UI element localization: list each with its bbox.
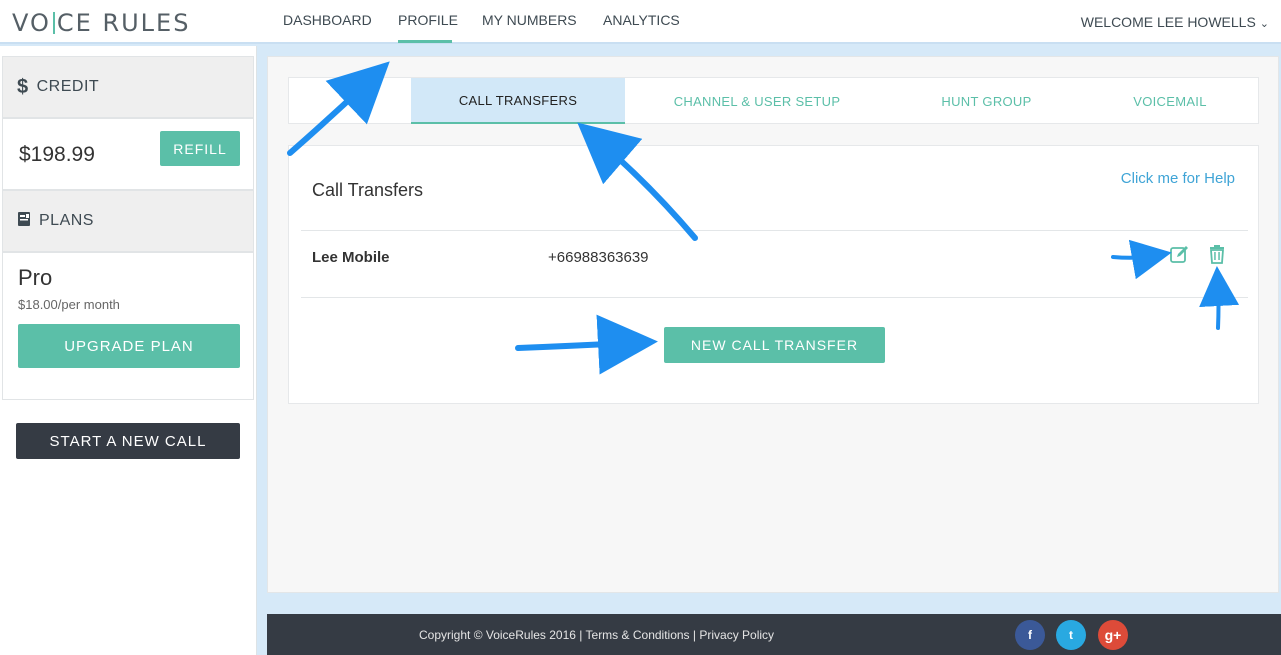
tab-hunt-group[interactable]: HUNT GROUP (899, 78, 1074, 124)
dollar-icon: $ (17, 75, 29, 98)
nav-analytics[interactable]: ANALYTICS (603, 12, 680, 28)
trash-icon[interactable] (1206, 243, 1228, 265)
credit-box: $198.99 REFILL (2, 118, 254, 190)
nav-active-indicator (398, 40, 452, 43)
start-new-call-button[interactable]: START A NEW CALL (16, 423, 240, 459)
logo-bar-glyph (52, 12, 55, 34)
credit-header: $ CREDIT (2, 56, 254, 118)
edit-icon[interactable] (1169, 243, 1191, 265)
help-link[interactable]: Click me for Help (1121, 170, 1235, 187)
tab-call-transfers[interactable]: CALL TRANSFERS (411, 78, 625, 124)
welcome-text: WELCOME LEE HOWELLS (1080, 14, 1256, 30)
nav-my-numbers[interactable]: MY NUMBERS (482, 12, 577, 28)
tab-channel-user-setup[interactable]: CHANNEL & USER SETUP (639, 78, 875, 124)
logo-text-left: VO (12, 9, 51, 37)
footer: Copyright © VoiceRules 2016 | Terms & Co… (267, 614, 1281, 655)
plans-heading: PLANS (39, 212, 94, 229)
chevron-down-icon: ⌄ (1259, 18, 1269, 30)
panel-title: Call Transfers (312, 180, 424, 200)
facebook-icon[interactable]: f (1015, 620, 1045, 650)
refill-button[interactable]: REFILL (160, 131, 240, 166)
credit-heading: CREDIT (36, 78, 100, 95)
terms-link[interactable]: Terms & Conditions (586, 628, 690, 642)
new-call-transfer-button[interactable]: NEW CALL TRANSFER (664, 327, 885, 363)
twitter-icon[interactable]: t (1056, 620, 1086, 650)
google-plus-icon[interactable]: g+ (1098, 620, 1128, 650)
call-transfers-panel: Call Transfers Click me for Help Lee Mob… (288, 145, 1259, 404)
transfer-number: +66988363639 (548, 249, 649, 266)
voicerules-logo[interactable]: VO CE RULES (12, 9, 190, 37)
user-menu[interactable]: WELCOME LEE HOWELLS ⌄ (1081, 14, 1269, 30)
privacy-link[interactable]: Privacy Policy (699, 628, 774, 642)
logo-text-right: CE RULES (56, 9, 191, 37)
plan-name: Pro (18, 265, 53, 290)
transfer-name: Lee Mobile (312, 249, 390, 266)
upgrade-plan-button[interactable]: UPGRADE PLAN (18, 324, 240, 368)
top-navbar: VO CE RULES DASHBOARD PROFILE MY NUMBERS … (0, 0, 1281, 44)
main-content: CALL TRANSFERS CHANNEL & USER SETUP HUNT… (267, 56, 1279, 593)
copyright-text: Copyright © VoiceRules 2016 (419, 628, 576, 642)
plans-box: Pro $18.00/per month UPGRADE PLAN (2, 252, 254, 400)
divider (301, 297, 1248, 298)
footer-links: Copyright © VoiceRules 2016 | Terms & Co… (419, 628, 775, 642)
plan-price: $18.00/per month (18, 297, 120, 312)
nav-profile[interactable]: PROFILE (398, 12, 458, 28)
nav-dashboard[interactable]: DASHBOARD (283, 12, 372, 28)
credit-amount: $198.99 (19, 143, 95, 166)
sidebar: $ CREDIT $198.99 REFILL PLANS Pro $18.00… (0, 46, 257, 655)
profile-tabs: CALL TRANSFERS CHANNEL & USER SETUP HUNT… (288, 77, 1259, 124)
tab-voicemail[interactable]: VOICEMAIL (1089, 78, 1251, 124)
plans-header: PLANS (2, 190, 254, 252)
plans-icon (17, 210, 31, 233)
divider (301, 230, 1248, 231)
